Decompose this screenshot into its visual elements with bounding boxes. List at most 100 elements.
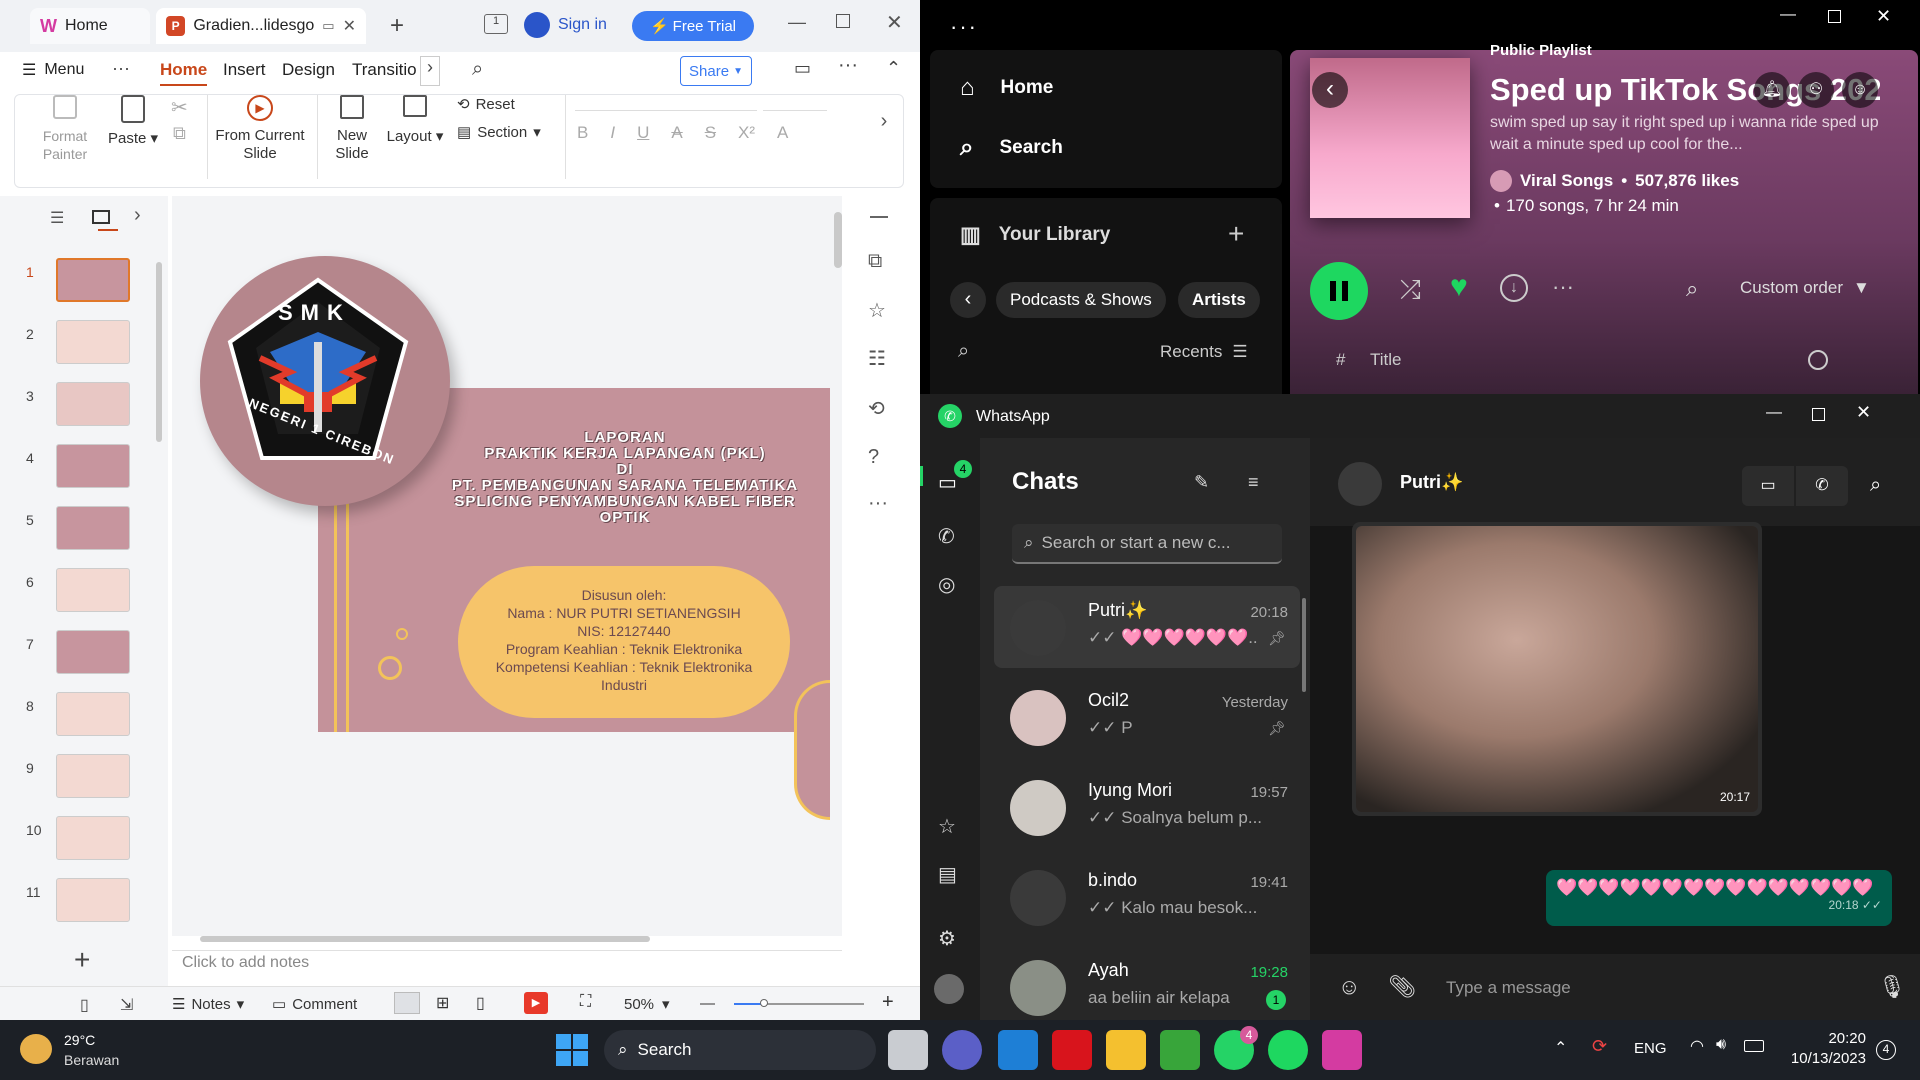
image-message[interactable] bbox=[1352, 522, 1762, 816]
recents-sort-button[interactable]: Recents ☰ bbox=[1160, 342, 1248, 362]
transform-icon[interactable]: ⧉ bbox=[868, 250, 882, 273]
minimize-button[interactable]: — bbox=[788, 12, 806, 33]
language-indicator[interactable]: ENG bbox=[1634, 1040, 1667, 1057]
chat-item[interactable]: Ocil2 Yesterday ✓✓ P 📌︎ bbox=[994, 676, 1300, 758]
tab-menu-insert[interactable]: Insert bbox=[223, 60, 266, 80]
clock-date[interactable]: 10/13/2023 bbox=[1782, 1050, 1866, 1067]
layout-button[interactable]: Layout ▾ bbox=[385, 95, 445, 145]
help-icon[interactable]: ? bbox=[868, 446, 879, 469]
sort-order-button[interactable]: Custom order ▼ bbox=[1740, 278, 1870, 298]
play-slideshow-icon[interactable]: ▶ bbox=[524, 992, 548, 1014]
meet-icon[interactable] bbox=[942, 1030, 982, 1070]
from-current-slide-button[interactable]: ▶ From Current Slide bbox=[215, 95, 305, 163]
chat-item[interactable]: Iyung Mori 19:57 ✓✓ Soalnya belum p... bbox=[994, 766, 1300, 848]
slide-thumbnail-2[interactable] bbox=[56, 320, 130, 364]
column-title[interactable]: Title bbox=[1370, 350, 1402, 370]
start-button[interactable] bbox=[556, 1034, 588, 1066]
your-library-button[interactable]: ▥ Your Library bbox=[960, 222, 1110, 248]
settings-icon[interactable]: ⚙ bbox=[938, 926, 956, 951]
library-search-icon[interactable]: ⌕ bbox=[958, 340, 969, 363]
playlist-owner[interactable]: Viral Songs bbox=[1520, 171, 1613, 191]
slide-scrollbar[interactable] bbox=[834, 212, 842, 268]
slide-thumbnail-4[interactable] bbox=[56, 444, 130, 488]
grid-view-icon[interactable]: ⊞ bbox=[436, 993, 449, 1013]
excel-app-icon[interactable] bbox=[1160, 1030, 1200, 1070]
reading-view-icon[interactable]: ▯ bbox=[476, 993, 485, 1013]
history-icon[interactable]: ⟲ bbox=[868, 396, 885, 421]
message-input[interactable]: Type a message bbox=[1446, 978, 1571, 998]
zoom-select[interactable]: 50% ▾ bbox=[624, 995, 670, 1014]
sent-message[interactable]: 🩷🩷🩷🩷🩷🩷🩷🩷🩷🩷🩷🩷🩷🩷🩷 20:18 ✓✓ bbox=[1546, 870, 1892, 926]
slide-view-icon[interactable] bbox=[92, 210, 110, 224]
cut-icon[interactable]: ✂ bbox=[171, 95, 188, 120]
notification-badge[interactable]: 4 bbox=[1876, 1040, 1896, 1060]
spotify-maximize-button[interactable] bbox=[1828, 10, 1841, 23]
attach-icon[interactable]: 📎︎ bbox=[1388, 974, 1416, 1000]
zoom-out-icon[interactable]: — bbox=[700, 995, 715, 1012]
slide-thumbnail-6[interactable] bbox=[56, 568, 130, 612]
search-icon[interactable]: ⌕ bbox=[472, 58, 483, 81]
slide-thumbnail-5[interactable] bbox=[56, 506, 130, 550]
slide-thumbnail-8[interactable] bbox=[56, 692, 130, 736]
reset-button[interactable]: ⟲ Reset bbox=[457, 95, 515, 114]
spotify-minimize-button[interactable]: — bbox=[1780, 6, 1796, 24]
window-list-icon[interactable]: 1 bbox=[484, 14, 508, 34]
slide-thumbnail-10[interactable] bbox=[56, 816, 130, 860]
conversation-search-icon[interactable]: ⌕ bbox=[1870, 474, 1881, 497]
chats-icon[interactable]: ▭ bbox=[938, 470, 957, 495]
font-color-icon[interactable]: A bbox=[777, 123, 788, 143]
horizontal-scrollbar[interactable] bbox=[200, 936, 650, 942]
archive-icon[interactable]: ▤ bbox=[938, 862, 957, 887]
paste-button[interactable]: Paste ▾ bbox=[101, 95, 165, 147]
normal-view-icon[interactable] bbox=[394, 992, 420, 1014]
starred-icon[interactable]: ☆ bbox=[938, 814, 956, 839]
back-button[interactable]: ‹ bbox=[1312, 72, 1348, 108]
menu-button[interactable]: ☰ Menu bbox=[22, 60, 84, 80]
sync-icon[interactable]: ⟳ bbox=[1592, 1036, 1607, 1057]
spotify-search-link[interactable]: ⌕ Search bbox=[960, 134, 1063, 162]
slide-thumbnail-11[interactable] bbox=[56, 878, 130, 922]
sign-in-button[interactable]: Sign in bbox=[524, 12, 607, 38]
zoom-slider-thumb[interactable] bbox=[760, 999, 768, 1007]
pause-button[interactable] bbox=[1310, 262, 1368, 320]
slide-thumbnail-7[interactable] bbox=[56, 630, 130, 674]
microphone-icon[interactable]: 🎙︎ bbox=[1878, 974, 1906, 1000]
star-icon[interactable]: ☆ bbox=[868, 298, 886, 323]
wifi-icon[interactable]: ◠ bbox=[1690, 1036, 1704, 1056]
filter-podcasts[interactable]: Podcasts & Shows bbox=[996, 282, 1166, 318]
wa-maximize-button[interactable] bbox=[1812, 408, 1825, 421]
copy-icon[interactable]: ⧉ bbox=[173, 123, 186, 144]
maximize-button[interactable] bbox=[836, 14, 850, 28]
wps-taskbar-icon[interactable] bbox=[1322, 1030, 1362, 1070]
voice-call-icon[interactable]: ✆ bbox=[1796, 466, 1848, 506]
taskbar-search[interactable]: ⌕ Search bbox=[604, 1030, 876, 1070]
new-chat-icon[interactable]: ✎ bbox=[1194, 472, 1209, 493]
bold-icon[interactable]: B bbox=[577, 123, 588, 143]
new-tab-icon[interactable]: + bbox=[390, 12, 404, 40]
shuffle-icon[interactable]: ⤮ bbox=[1400, 274, 1421, 306]
slide-thumbnail-3[interactable] bbox=[56, 382, 130, 426]
new-slide-button[interactable]: New Slide bbox=[327, 95, 377, 163]
format-painter-button[interactable]: Format Painter bbox=[35, 95, 95, 163]
chat-item[interactable]: Ayah 19:28 aa beliin air kelapa 1 bbox=[994, 946, 1300, 1020]
chevron-right-icon[interactable]: › bbox=[134, 204, 141, 227]
strike-icon[interactable]: A bbox=[671, 123, 682, 143]
monitor-icon[interactable]: ▭ bbox=[322, 18, 334, 34]
superscript-icon[interactable]: X² bbox=[738, 123, 755, 143]
create-playlist-icon[interactable]: + bbox=[1228, 218, 1244, 250]
outline-view-icon[interactable]: ☰ bbox=[50, 208, 64, 228]
more-options-icon[interactable]: ··· bbox=[838, 54, 858, 77]
contact-avatar[interactable] bbox=[1338, 462, 1382, 506]
more-options-icon[interactable]: ··· bbox=[1552, 274, 1574, 300]
slide-icon[interactable]: ▯ bbox=[80, 995, 89, 1015]
comment-icon[interactable]: ▭ bbox=[794, 58, 811, 79]
friends-icon[interactable]: ⚇ bbox=[1798, 72, 1834, 108]
tab-menu-design[interactable]: Design bbox=[282, 60, 335, 80]
tab-menu-home[interactable]: Home bbox=[160, 60, 208, 86]
spotify-menu-icon[interactable]: ··· bbox=[950, 14, 978, 40]
chat-item[interactable]: Putri✨ 20:18 ✓✓ 🩷🩷🩷🩷🩷🩷... 📌︎ bbox=[994, 586, 1300, 668]
emoji-icon[interactable]: ☺ bbox=[1338, 974, 1360, 1000]
notes-field[interactable]: Click to add notes bbox=[182, 954, 309, 972]
download-icon[interactable]: ↓ bbox=[1500, 274, 1528, 302]
tab-document[interactable]: P Gradien...lidesgo ▭ ✕ bbox=[156, 8, 366, 44]
